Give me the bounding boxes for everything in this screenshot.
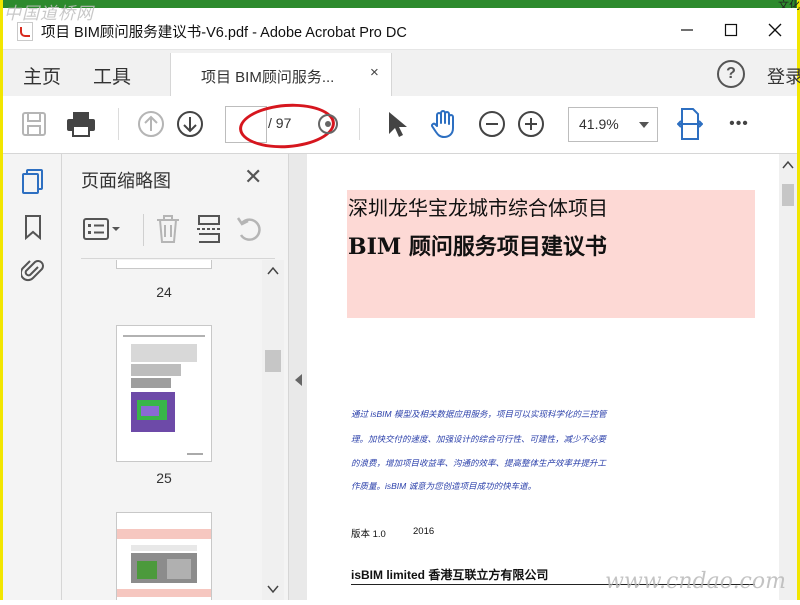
arrow-down-circle-icon <box>177 111 203 137</box>
toolbar: / 97 41.9% ••• <box>3 96 797 154</box>
save-button[interactable] <box>19 109 49 139</box>
watermark-bottom-right: www.cndao.com <box>605 569 786 594</box>
arrow-up-circle-icon <box>138 111 164 137</box>
menu-tools[interactable]: 工具 <box>93 62 131 89</box>
fit-page-icon <box>677 108 703 140</box>
hand-tool-button[interactable] <box>428 109 458 139</box>
panel-close-icon[interactable]: ✕ <box>244 164 262 190</box>
rotate-icon <box>236 217 261 241</box>
close-icon <box>768 23 782 37</box>
zoom-value: 41.9% <box>579 116 619 132</box>
paragraph-line: 作质量。isBIM 诚意为您创造项目成功的快车道。 <box>351 481 537 491</box>
options-list-icon <box>83 218 120 240</box>
thumbnail-page[interactable] <box>117 260 211 268</box>
document-title-line2: BIM 顾问服务项目建议书 <box>348 234 607 260</box>
panel-toolbar <box>81 204 275 259</box>
version-year: 2016 <box>413 526 435 537</box>
previous-page-button[interactable] <box>136 109 166 139</box>
circle-arrow-icon <box>318 114 338 134</box>
paragraph-line: 的浪费，增加项目收益率、沟通的效率、提高整体生产效率并提升工 <box>351 458 607 468</box>
next-page-button[interactable] <box>175 109 205 139</box>
menu-home[interactable]: 主页 <box>23 62 61 89</box>
window-title: 项目 BIM顾问服务建议书-V6.pdf - Adobe Acrobat Pro… <box>41 25 407 41</box>
hand-icon <box>431 110 454 138</box>
watermark-top-left: 中国道桥网 <box>4 4 94 24</box>
document-title-line1: 深圳龙华宝龙城市综合体项目 <box>348 196 608 220</box>
frame-top-border <box>0 0 800 8</box>
attachment-icon[interactable] <box>19 258 45 284</box>
thumbnail-scrollbar[interactable] <box>262 260 284 600</box>
menu-bar: 主页 工具 项目 BIM顾问服务... × ? 登录 <box>3 50 800 97</box>
thumbnail-page-number: 24 <box>156 284 172 300</box>
insert-page-button[interactable] <box>196 214 222 249</box>
thumbnail-page[interactable] <box>117 326 211 461</box>
bookmark-icon[interactable] <box>21 214 45 241</box>
print-button[interactable] <box>66 109 96 139</box>
minimize-icon <box>681 29 693 31</box>
thumbnail-content <box>117 529 211 597</box>
minus-circle-icon <box>479 111 505 137</box>
more-tools-button[interactable]: ••• <box>724 109 754 139</box>
insert-page-icon <box>197 215 221 243</box>
zoom-out-button[interactable] <box>477 109 507 139</box>
tab-close-icon[interactable]: × <box>370 64 379 81</box>
pdf-file-icon <box>17 22 33 41</box>
chevron-left-icon <box>295 374 302 386</box>
scrollbar-track <box>782 160 794 206</box>
document-tab[interactable]: 项目 BIM顾问服务... × <box>170 53 392 97</box>
fit-width-button[interactable] <box>675 108 705 140</box>
help-icon[interactable]: ? <box>717 60 745 88</box>
minimize-button[interactable] <box>665 16 709 44</box>
title-bar: 项目 BIM顾问服务建议书-V6.pdf - Adobe Acrobat Pro… <box>3 8 797 50</box>
maximize-button[interactable] <box>709 16 753 44</box>
rotate-page-button[interactable] <box>236 214 264 249</box>
thumbnails-panel: 页面缩略图 ✕ 24 25 <box>62 154 288 600</box>
panel-collapse-handle[interactable] <box>288 154 308 600</box>
toolbar-separator <box>359 108 360 140</box>
print-icon <box>67 112 95 137</box>
login-link[interactable]: 登录 <box>767 63 800 89</box>
page-thumbnails-icon[interactable] <box>21 168 45 194</box>
delete-page-button[interactable] <box>155 214 181 249</box>
paragraph-line: 理。加快交付的速度、加强设计的综合可行性、可建性，减少不必要 <box>351 434 607 444</box>
thumbnail-page-number: 25 <box>156 470 172 486</box>
toolbar-separator <box>118 108 119 140</box>
version-label: 版本 1.0 <box>351 529 386 540</box>
left-navigation-rail <box>3 154 62 600</box>
company-name: isBIM limited 香港互联立方有限公司 <box>351 568 549 582</box>
thumbnail-options-button[interactable] <box>83 217 123 248</box>
plus-circle-icon <box>518 111 544 137</box>
select-tool-button[interactable] <box>381 109 411 139</box>
thumbnail-content <box>123 335 205 455</box>
zoom-select[interactable]: 41.9% <box>568 107 658 142</box>
scrollbar-track <box>265 266 281 594</box>
document-page: 深圳龙华宝龙城市综合体项目 BIM 顾问服务项目建议书 通过 isBIM 模型及… <box>307 154 779 600</box>
cursor-arrow-icon <box>389 112 407 137</box>
trash-icon <box>157 215 179 243</box>
panel-separator <box>143 214 144 246</box>
document-tab-label: 项目 BIM顾问服务... <box>201 69 335 86</box>
page-options-button[interactable] <box>313 109 343 139</box>
document-scrollbar[interactable] <box>779 154 797 600</box>
chevron-down-icon <box>639 122 649 128</box>
close-window-button[interactable] <box>753 16 797 44</box>
thumbnail-page[interactable] <box>117 513 211 600</box>
thumbnail-list: 24 25 <box>62 260 262 600</box>
panel-title: 页面缩略图 <box>81 171 171 191</box>
save-icon <box>22 112 46 136</box>
maximize-icon <box>724 23 738 37</box>
paragraph-line: 通过 isBIM 模型及相关数据应用服务，项目可以实现科学化的三控管 <box>351 409 607 419</box>
zoom-in-button[interactable] <box>516 109 546 139</box>
